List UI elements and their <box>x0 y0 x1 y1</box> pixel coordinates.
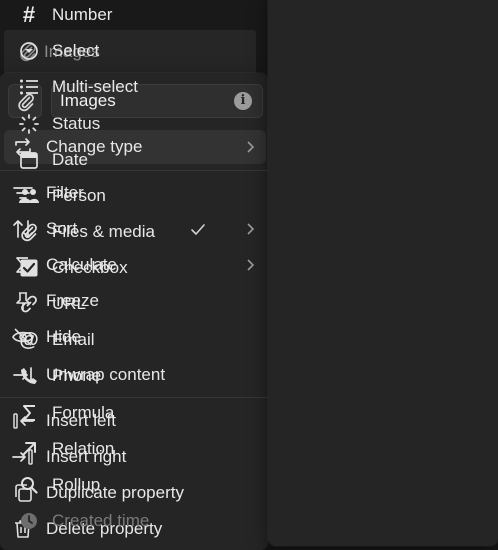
type-item-label: Checkbox <box>52 258 128 277</box>
type-item-label: Relation <box>52 439 115 458</box>
checkbox-icon <box>20 259 38 277</box>
type-menu <box>268 0 498 546</box>
paperclip-icon <box>21 223 37 242</box>
type-item-label: Multi-select <box>52 77 138 96</box>
type-item-label: Rollup <box>52 475 101 494</box>
type-item-label: Email <box>52 330 95 349</box>
sigma-icon <box>23 405 35 421</box>
clock-icon <box>21 513 37 529</box>
status-icon <box>19 114 39 134</box>
type-item-select[interactable]: Select <box>8 34 222 68</box>
type-item-label: Person <box>52 186 106 205</box>
info-icon[interactable]: i <box>234 92 252 110</box>
type-item-person[interactable]: Person <box>8 179 222 213</box>
type-item-created-time[interactable]: Created time <box>8 504 222 538</box>
type-item-label: Status <box>52 114 101 133</box>
hash-icon: # <box>22 2 36 27</box>
type-item-label: Phone <box>52 366 102 385</box>
type-item-label: URL <box>52 294 87 313</box>
magnifier-icon <box>21 477 38 494</box>
type-item-url[interactable]: URL <box>8 287 222 321</box>
type-item-email[interactable]: @ Email <box>8 323 222 357</box>
type-item-label: Date <box>52 150 88 169</box>
at-icon: @ <box>19 328 39 351</box>
type-item-phone[interactable]: Phone <box>8 359 222 393</box>
type-item-multi-select[interactable]: Multi-select <box>8 70 222 104</box>
chevron-right-icon <box>247 141 255 153</box>
type-item-files-media[interactable]: Files & media <box>8 215 222 249</box>
list-icon <box>20 79 38 95</box>
arrow-up-right-icon <box>22 442 36 456</box>
type-item-status[interactable]: Status <box>8 107 222 141</box>
type-item-label: Files & media <box>52 222 155 241</box>
calendar-icon <box>20 152 38 169</box>
chevron-right-icon <box>247 259 255 271</box>
type-item-rollup[interactable]: Rollup <box>8 468 222 502</box>
type-item-label: Select <box>52 41 100 60</box>
type-item-number[interactable]: # Number <box>8 0 222 32</box>
select-icon <box>20 42 38 60</box>
type-item-checkbox[interactable]: Checkbox <box>8 251 222 285</box>
phone-icon <box>21 368 37 384</box>
link-icon <box>21 295 37 313</box>
type-item-formula[interactable]: Formula <box>8 396 222 430</box>
type-item-relation[interactable]: Relation <box>8 432 222 466</box>
type-item-label: Formula <box>52 403 115 422</box>
people-icon <box>19 189 39 203</box>
type-item-label: Created time <box>52 511 150 530</box>
chevron-right-icon <box>247 223 255 235</box>
checkmark-icon <box>191 224 205 235</box>
type-item-date[interactable]: Date <box>8 143 222 177</box>
type-item-label: Number <box>52 5 113 24</box>
